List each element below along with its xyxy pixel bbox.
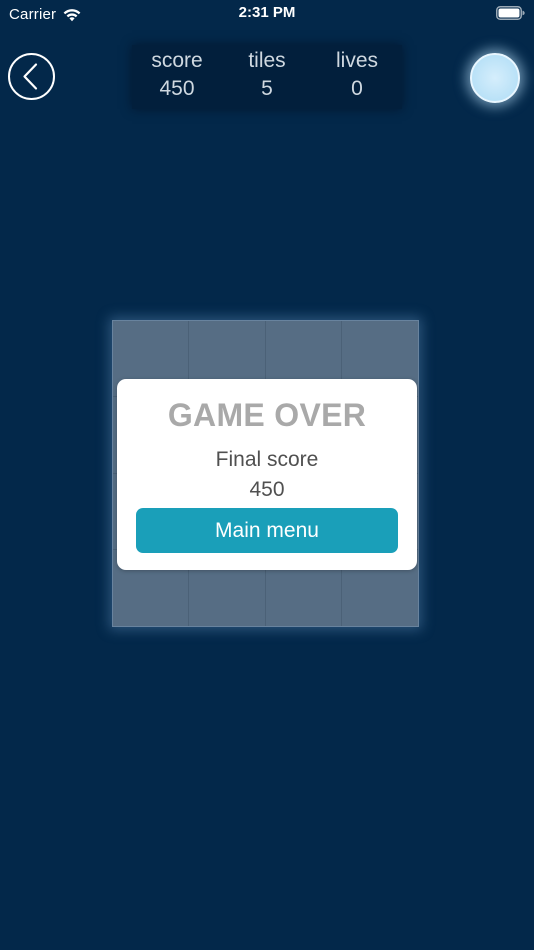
status-time: 2:31 PM — [238, 4, 296, 21]
main-menu-button[interactable]: Main menu — [136, 508, 398, 553]
glowing-orb-icon[interactable] — [470, 53, 520, 103]
battery-icon — [496, 6, 525, 20]
game-over-dialog: GAME OVER Final score 450 Main menu — [117, 379, 417, 570]
score-label: score — [151, 49, 203, 72]
final-score-value: 450 — [249, 478, 285, 501]
tiles-label: tiles — [248, 49, 286, 72]
lives-label: lives — [335, 49, 378, 72]
final-score-label: Final score — [215, 448, 319, 471]
status-bar: Carrier 2:31 PM — [0, 0, 534, 28]
lives-value: 0 — [351, 77, 363, 100]
stats-panel: score 450 tiles 5 lives 0 — [132, 45, 402, 109]
score-stat: score 450 — [132, 47, 222, 103]
tiles-value: 5 — [261, 77, 273, 100]
lives-stat: lives 0 — [312, 47, 402, 103]
score-value: 450 — [159, 77, 195, 100]
chevron-left-icon — [23, 63, 38, 90]
game-over-title: GAME OVER — [167, 397, 367, 433]
tiles-stat: tiles 5 — [222, 47, 312, 103]
back-button[interactable] — [8, 53, 55, 100]
